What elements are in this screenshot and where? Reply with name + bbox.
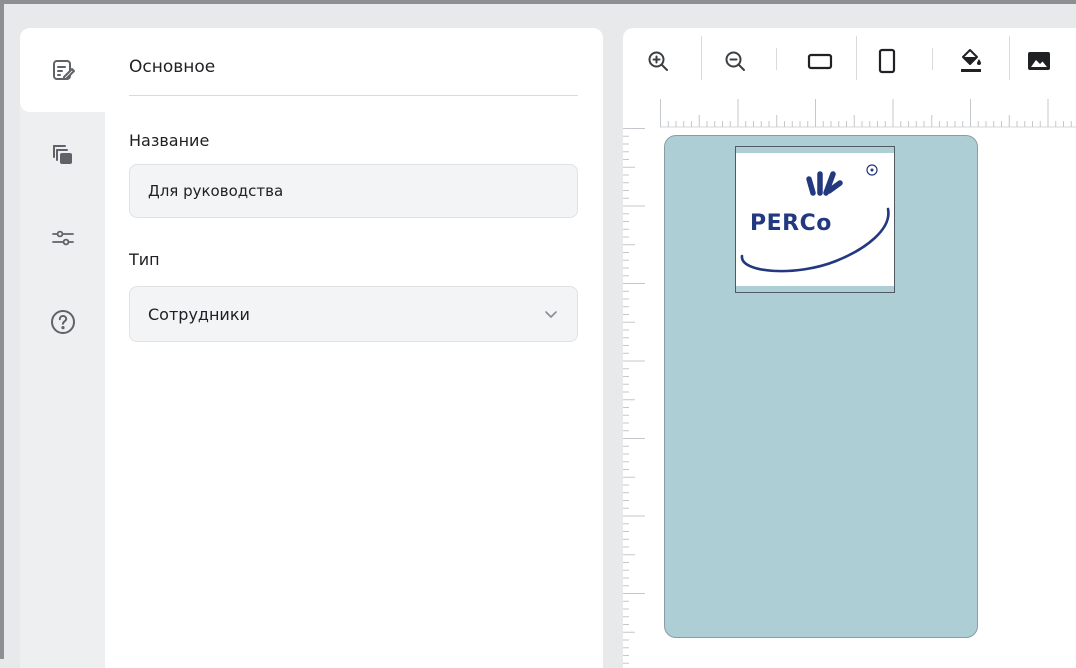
landscape-orientation-button[interactable] xyxy=(801,42,839,80)
type-select[interactable]: Сотрудники xyxy=(129,286,578,342)
sidebar-item-settings[interactable] xyxy=(20,196,105,280)
type-select-value: Сотрудники xyxy=(148,304,250,324)
sidebar-item-help[interactable] xyxy=(20,280,105,364)
sliders-icon xyxy=(51,226,75,250)
toolbar-divider xyxy=(1009,36,1010,80)
horizontal-ruler xyxy=(660,98,1076,128)
name-label: Название xyxy=(129,131,210,150)
help-icon xyxy=(50,309,76,335)
chevron-down-icon xyxy=(543,306,559,322)
logo-text: PERCo xyxy=(750,211,832,236)
copy-stack-icon xyxy=(51,143,75,167)
zoom-out-icon xyxy=(724,50,746,72)
section-title: Основное xyxy=(129,57,578,96)
image-icon xyxy=(1027,50,1051,72)
toolbar-divider xyxy=(776,48,777,70)
toolbar-divider xyxy=(932,48,933,70)
zoom-in-icon xyxy=(647,50,669,72)
toolbar-divider xyxy=(856,36,857,80)
card-designer: PERCo xyxy=(623,28,1076,668)
portrait-orientation-button[interactable] xyxy=(868,42,906,80)
fill-color-button[interactable] xyxy=(952,42,990,80)
vertical-ruler xyxy=(623,128,645,668)
fill-color-icon xyxy=(959,48,983,74)
pass-card-canvas[interactable]: PERCo xyxy=(664,135,978,638)
zoom-out-button[interactable] xyxy=(716,42,754,80)
edit-form-icon xyxy=(50,57,76,83)
logo-image[interactable]: PERCo xyxy=(735,146,895,293)
name-input[interactable] xyxy=(129,164,578,218)
portrait-orientation-icon xyxy=(876,48,898,74)
designer-toolbar xyxy=(623,28,1076,96)
insert-image-button[interactable] xyxy=(1020,42,1058,80)
sidebar-item-general[interactable] xyxy=(20,28,105,112)
settings-panel: Основное Название Тип Сотрудники xyxy=(20,28,603,668)
landscape-orientation-icon xyxy=(807,50,833,72)
sidebar-item-layers[interactable] xyxy=(20,113,105,197)
window-frame-left xyxy=(0,0,4,659)
sidebar-rail xyxy=(20,28,105,668)
type-label: Тип xyxy=(129,250,160,269)
window-frame-top xyxy=(0,0,1076,4)
zoom-in-button[interactable] xyxy=(639,42,677,80)
toolbar-divider xyxy=(701,36,702,80)
logo-strip-bottom xyxy=(736,286,894,292)
